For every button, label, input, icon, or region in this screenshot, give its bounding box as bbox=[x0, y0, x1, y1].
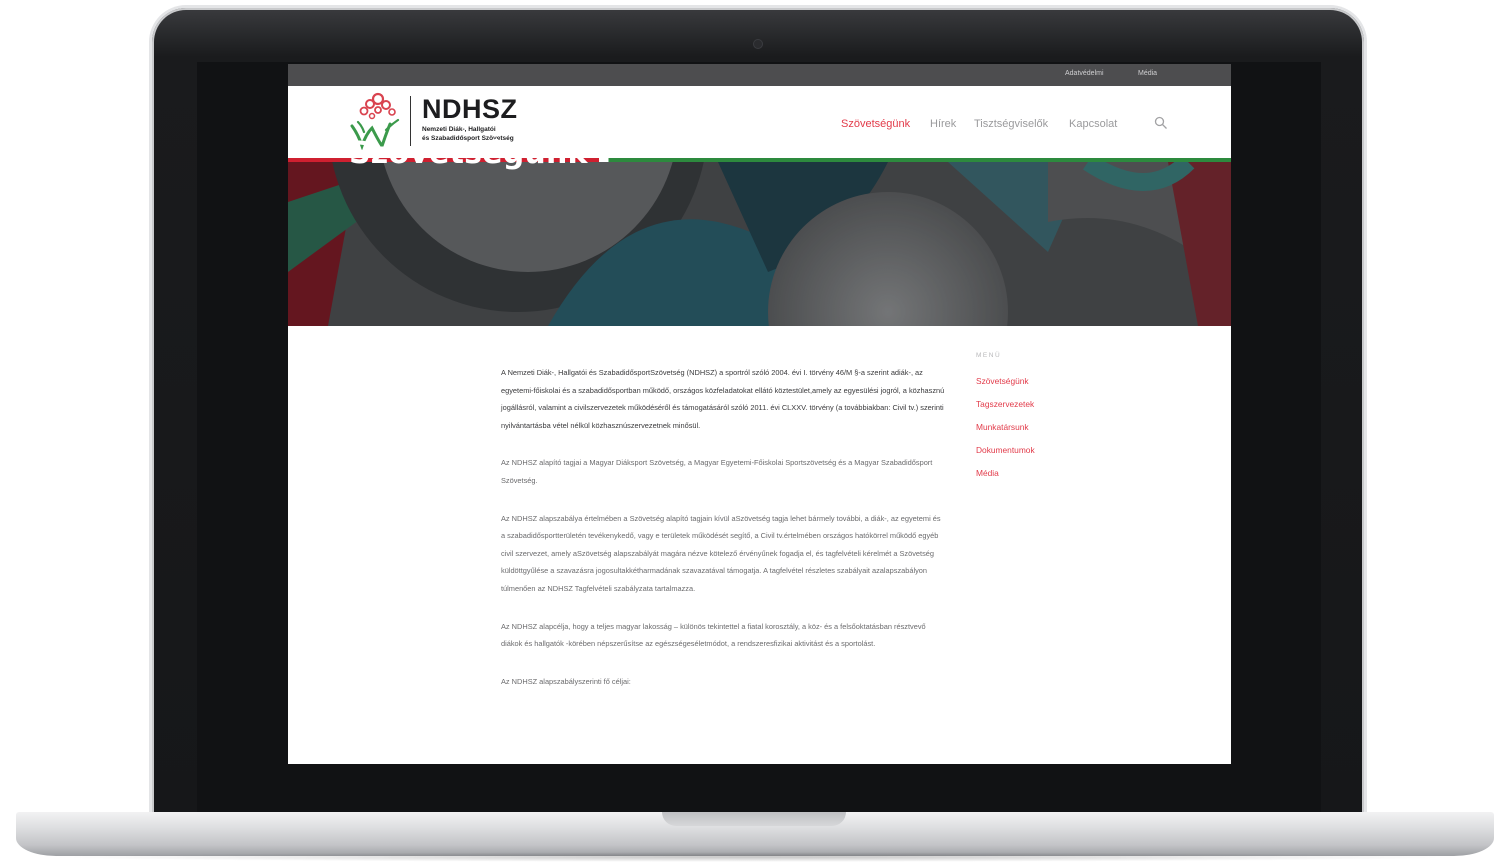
logo-subtitle-line1: Nemzeti Diák-, Hallgatói bbox=[422, 126, 496, 133]
hero-background bbox=[288, 162, 1231, 326]
nav-item-kapcsolat[interactable]: Kapcsolat bbox=[1069, 118, 1117, 130]
camera-icon bbox=[754, 40, 762, 48]
sidebar-item-szovetsegunk[interactable]: Szövetségünk bbox=[976, 375, 1096, 387]
paragraph-goal: Az NDHSZ alapcélja, hogy a teljes magyar… bbox=[501, 621, 926, 649]
laptop-shadow bbox=[40, 852, 1470, 862]
nav-item-hirek[interactable]: Hírek bbox=[930, 118, 956, 130]
paragraph-aims: Az NDHSZ alapszabályszerinti fő céljai: bbox=[501, 676, 631, 686]
sidebar-item-dokumentumok[interactable]: Dokumentumok bbox=[976, 444, 1096, 456]
paragraph-intro: A Nemzeti Diák-, Hallgatói és Szabadidős… bbox=[501, 368, 945, 430]
topbar-link-privacy[interactable]: Adatvédelmi bbox=[1065, 70, 1104, 77]
paragraph-membership: Az NDHSZ alapszabálya értelmében a Szöve… bbox=[501, 513, 941, 593]
hero-banner bbox=[288, 162, 1231, 326]
website-screen: Adatvédelmi Média NDHSZ Nemzeti Diák-, H… bbox=[288, 64, 1231, 764]
logo-title[interactable]: NDHSZ bbox=[422, 94, 518, 125]
topbar-link-media[interactable]: Média bbox=[1138, 70, 1157, 77]
sidebar-item-munkatarsunk[interactable]: Munkatársunk bbox=[976, 421, 1096, 433]
paragraph-founders: Az NDHSZ alapító tagjai a Magyar Diákspo… bbox=[501, 458, 933, 485]
sidebar-heading: MENÜ bbox=[976, 352, 1002, 359]
nav-item-tisztsegviselok[interactable]: Tisztségviselők bbox=[974, 118, 1048, 130]
nav-item-szovetsegunk[interactable]: Szövetségünk bbox=[841, 118, 910, 130]
search-icon[interactable] bbox=[1154, 116, 1168, 130]
sidebar-menu: MENÜ Szövetségünk Tagszervezetek Munkatá… bbox=[976, 352, 1096, 490]
main-content: A Nemzeti Diák-, Hallgatói és Szabadidős… bbox=[501, 364, 946, 710]
sidebar-item-media[interactable]: Média bbox=[976, 467, 1096, 479]
page-title: Szövetségünk bbox=[349, 136, 588, 171]
laptop-notch bbox=[662, 812, 846, 826]
top-bar: Adatvédelmi Média bbox=[288, 64, 1231, 86]
sidebar-item-tagszervezetek[interactable]: Tagszervezetek bbox=[976, 398, 1096, 410]
